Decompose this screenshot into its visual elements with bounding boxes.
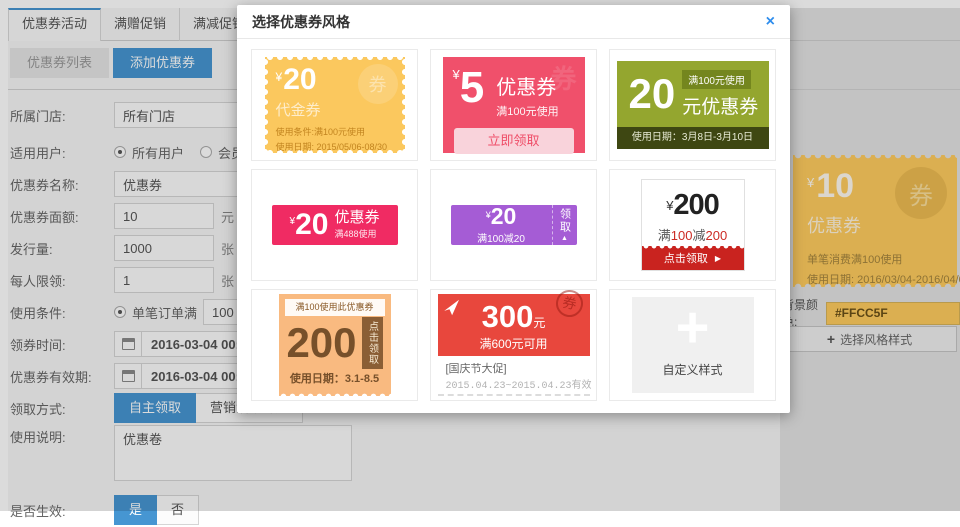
coupon-amount: ¥200 bbox=[642, 189, 744, 222]
coupon-title: 优惠券 bbox=[334, 210, 379, 227]
coupon-style-pink[interactable]: 券 ¥5 优惠券 满100元使用 立即领取 bbox=[430, 49, 597, 161]
coupon-watermark-icon: 券 bbox=[358, 64, 398, 104]
amount-number: 20 bbox=[295, 208, 328, 241]
coupon-style-rose[interactable]: ¥20 优惠券 满488使用 bbox=[251, 169, 418, 281]
coupon-condition: 满100减20 bbox=[477, 230, 525, 245]
coupon-card: ¥200 满100减200 点击领取 ▶ bbox=[641, 179, 745, 271]
click-claim-button[interactable]: 点击领取 bbox=[362, 317, 383, 369]
condition-badge: 满100元使用 bbox=[682, 70, 751, 89]
custom-style-label: 自定义样式 bbox=[632, 361, 754, 378]
watermark-glyph: 券 bbox=[561, 294, 578, 313]
amount-number: 300 bbox=[482, 299, 534, 334]
coupon-body: 券 300元 满600元可用 bbox=[438, 294, 590, 356]
coupon-text: 满100元使用 元优惠券 bbox=[682, 70, 758, 119]
coupon-card: 券 ¥5 优惠券 满100元使用 立即领取 bbox=[443, 57, 585, 153]
coupon-text: 优惠券 满488使用 bbox=[334, 210, 379, 240]
coupon-condition: 使用条件:满100元使用 bbox=[276, 125, 394, 138]
coupon-amount: ¥20 bbox=[486, 206, 517, 229]
coupon-tag: [国庆节大促] bbox=[446, 360, 582, 376]
amount-number: 20 bbox=[629, 73, 676, 115]
coupon-card: ¥20 代金券 使用条件:满100元使用 使用日期: 2015/05/06-08… bbox=[265, 57, 405, 153]
amount-number: 200 bbox=[673, 189, 718, 221]
coupon-condition: 满100使用此优惠券 bbox=[285, 299, 385, 316]
coupon-validity: 2015.04.23~2015.04.23有效 bbox=[446, 376, 582, 392]
currency-symbol: ¥ bbox=[276, 70, 283, 84]
coupon-date: 使用日期: 2015/05/06-08/30 bbox=[276, 140, 394, 153]
triangle-right-icon: ▶ bbox=[715, 254, 721, 263]
amount-number: 200 bbox=[286, 322, 356, 364]
condition-part: 100 bbox=[671, 228, 693, 243]
triangle-up-icon: ▲ bbox=[561, 235, 568, 242]
plus-icon: + bbox=[632, 297, 754, 359]
currency-symbol: ¥ bbox=[453, 67, 460, 82]
coupon-amount: ¥20 bbox=[290, 210, 329, 240]
custom-style-card: + 自定义样式 bbox=[632, 297, 754, 393]
coupon-condition: 满600元可用 bbox=[438, 335, 590, 352]
coupon-style-olive[interactable]: 20 满100元使用 元优惠券 使用日期：3月8日-3月10日 bbox=[609, 49, 776, 161]
modal-title: 选择优惠券风格 bbox=[252, 12, 350, 32]
coupon-text: 优惠券 满100元使用 bbox=[496, 67, 558, 119]
coupon-card: ¥20 满100减20 领取 ▲ bbox=[451, 205, 577, 245]
coupon-footer: [国庆节大促] 2015.04.23~2015.04.23有效 bbox=[438, 356, 590, 396]
coupon-date: 使用日期：3.1-8.5 bbox=[283, 370, 387, 386]
coupon-condition: 满488使用 bbox=[334, 227, 379, 240]
coupon-style-red[interactable]: 券 300元 满600元可用 [国庆节大促] 2015.04.23~2015.0… bbox=[430, 289, 597, 401]
modal-header: 选择优惠券风格 × bbox=[237, 5, 790, 39]
coupon-card: 满100使用此优惠券 200 点击领取 使用日期：3.1-8.5 bbox=[279, 294, 391, 396]
coupon-title: 优惠券 bbox=[496, 71, 558, 100]
coupon-style-custom[interactable]: + 自定义样式 bbox=[609, 289, 776, 401]
paper-plane-icon bbox=[443, 299, 461, 317]
coupon-style-grid: ¥20 代金券 使用条件:满100元使用 使用日期: 2015/05/06-08… bbox=[237, 39, 790, 413]
coupon-watermark-icon: 券 bbox=[550, 59, 576, 96]
claim-label: 点击领取 bbox=[664, 250, 708, 266]
coupon-condition: 满100元使用 bbox=[496, 103, 558, 119]
coupon-style-peach[interactable]: 满100使用此优惠券 200 点击领取 使用日期：3.1-8.5 bbox=[251, 289, 418, 401]
coupon-card: 20 满100元使用 元优惠券 使用日期：3月8日-3月10日 bbox=[617, 61, 769, 149]
amount-number: 20 bbox=[283, 63, 316, 96]
coupon-body: ¥20 满100减20 bbox=[451, 205, 552, 245]
watermark-glyph: 券 bbox=[369, 71, 387, 97]
coupon-card: ¥20 优惠券 满488使用 bbox=[272, 205, 398, 245]
condition-part: 200 bbox=[706, 228, 728, 243]
coupon-card: 券 300元 满600元可用 [国庆节大促] 2015.04.23~2015.0… bbox=[438, 294, 590, 396]
coupon-admin-page: 优惠券活动 满赠促销 满减促销 搭配促销 优惠券列表 添加优惠券 所属门店: 适… bbox=[0, 0, 960, 511]
coupon-date: 使用日期：3月8日-3月10日 bbox=[617, 127, 769, 149]
coupon-style-yellow[interactable]: ¥20 代金券 使用条件:满100元使用 使用日期: 2015/05/06-08… bbox=[251, 49, 418, 161]
condition-part: 满 bbox=[658, 228, 671, 243]
coupon-amount: ¥5 bbox=[453, 67, 485, 119]
amount-number: 5 bbox=[460, 63, 484, 112]
claim-label: 领取 bbox=[557, 208, 573, 234]
close-icon[interactable]: × bbox=[766, 14, 775, 30]
coupon-style-white-red[interactable]: ¥200 满100减200 点击领取 ▶ bbox=[609, 169, 776, 281]
condition-part: 减 bbox=[693, 228, 706, 243]
coupon-style-modal: 选择优惠券风格 × ¥20 代金券 使用条件:满100元使用 使用日期: 201… bbox=[237, 5, 790, 413]
coupon-body: 200 点击领取 bbox=[283, 317, 387, 369]
amount-number: 20 bbox=[491, 203, 517, 229]
coupon-style-purple[interactable]: ¥20 满100减20 领取 ▲ bbox=[430, 169, 597, 281]
claim-tab[interactable]: 领取 ▲ bbox=[552, 205, 577, 245]
coupon-title: 元优惠券 bbox=[682, 92, 758, 119]
coupon-condition: 满100减200 bbox=[642, 225, 744, 244]
claim-now-button[interactable]: 立即领取 bbox=[454, 128, 574, 154]
click-claim-button[interactable]: 点击领取 ▶ bbox=[642, 246, 744, 270]
amount-unit: 元 bbox=[533, 316, 545, 330]
coupon-body: 20 满100元使用 元优惠券 bbox=[617, 61, 769, 127]
